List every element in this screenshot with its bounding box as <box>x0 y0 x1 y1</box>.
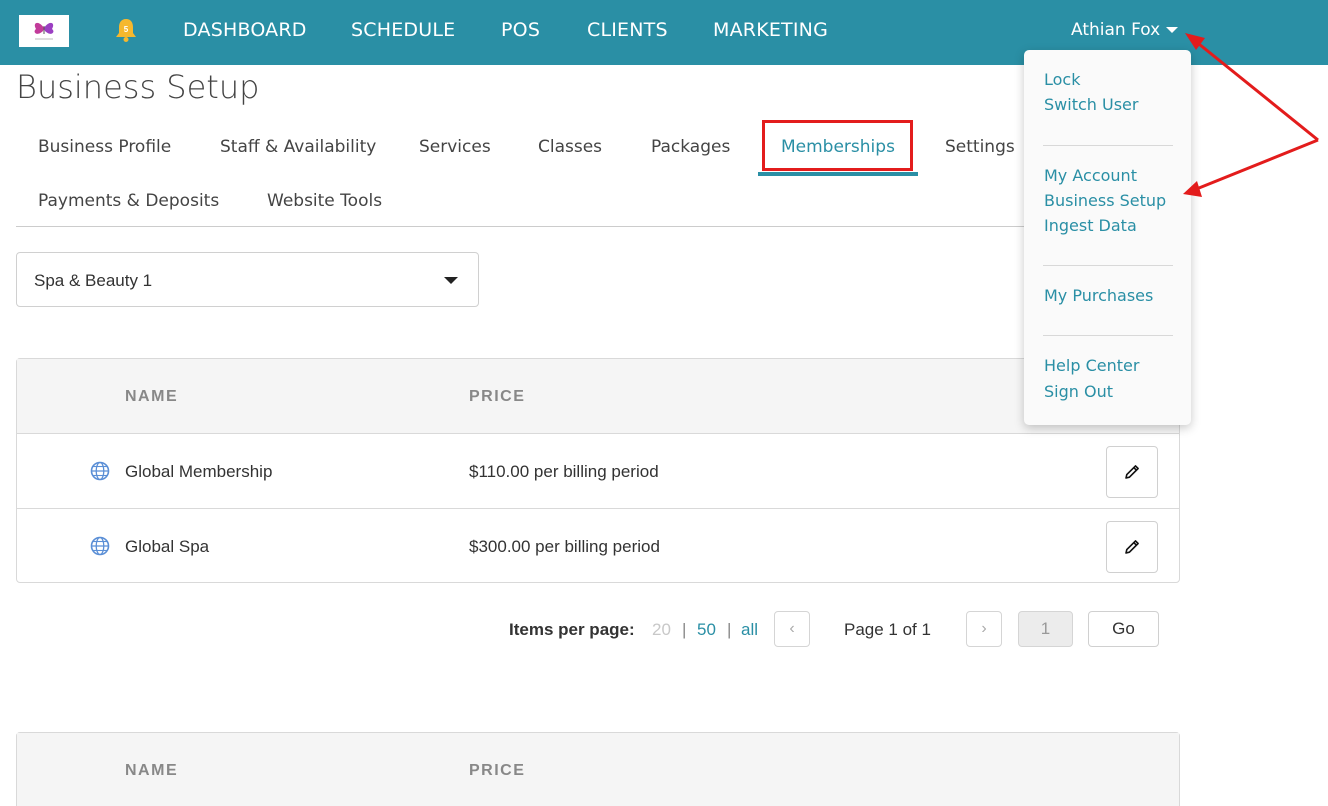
chevron-right-icon: › <box>981 620 987 637</box>
tab-payments-deposits[interactable]: Payments & Deposits <box>38 191 219 211</box>
nav-marketing[interactable]: MARKETING <box>713 19 828 41</box>
menu-item-my-account[interactable]: My Account <box>1044 166 1137 185</box>
go-button[interactable]: Go <box>1088 611 1159 647</box>
menu-item-sign-out[interactable]: Sign Out <box>1044 382 1113 401</box>
page-size-separator: | <box>727 620 732 639</box>
tab-services[interactable]: Services <box>419 137 491 157</box>
column-header-name: NAME <box>125 762 179 779</box>
next-page-button[interactable]: › <box>966 611 1002 647</box>
globe-icon <box>90 461 110 481</box>
menu-item-lock[interactable]: Lock <box>1044 70 1080 89</box>
table-header: NAME PRICE <box>17 359 1179 434</box>
menu-divider <box>1043 145 1173 146</box>
table-header: NAME PRICE <box>17 733 1179 806</box>
nav-pos[interactable]: POS <box>501 19 540 41</box>
nav-clients[interactable]: CLIENTS <box>587 19 668 41</box>
menu-item-help-center[interactable]: Help Center <box>1044 356 1139 375</box>
pencil-icon <box>1125 465 1139 479</box>
nav-schedule[interactable]: SCHEDULE <box>351 19 455 41</box>
page-title: Business Setup <box>16 68 260 106</box>
column-header-name: NAME <box>125 388 179 405</box>
active-tab-indicator <box>758 172 918 176</box>
memberships-table: NAME PRICE Global Membership $110.00 per… <box>16 358 1180 583</box>
pencil-icon <box>1125 540 1139 554</box>
items-per-page-label: Items per page: <box>509 620 635 639</box>
membership-price: $110.00 per billing period <box>469 462 659 481</box>
edit-button[interactable] <box>1106 446 1158 498</box>
caret-down-icon <box>1166 27 1179 33</box>
nav-dashboard[interactable]: DASHBOARD <box>183 19 307 41</box>
menu-item-my-purchases[interactable]: My Purchases <box>1044 286 1153 305</box>
table-row: Global Membership $110.00 per billing pe… <box>17 434 1179 509</box>
menu-divider <box>1043 265 1173 266</box>
chevron-left-icon: ‹ <box>789 620 795 637</box>
page-size-20: 20 <box>652 620 671 639</box>
chevron-down-icon <box>444 277 458 284</box>
page-indicator: Page 1 of 1 <box>844 620 931 639</box>
page-size-all[interactable]: all <box>741 620 758 640</box>
column-header-price: PRICE <box>469 388 526 405</box>
page-number-input[interactable]: 1 <box>1018 611 1073 647</box>
tab-settings[interactable]: Settings <box>945 137 1015 157</box>
tab-packages[interactable]: Packages <box>651 137 730 157</box>
page-size-separator: | <box>682 620 687 639</box>
tab-staff-availability[interactable]: Staff & Availability <box>220 137 376 157</box>
user-dropdown-menu: Lock Switch User My Account Business Set… <box>1024 50 1191 425</box>
tab-website-tools[interactable]: Website Tools <box>267 191 382 211</box>
location-select-value: Spa & Beauty 1 <box>34 271 153 290</box>
menu-item-ingest-data[interactable]: Ingest Data <box>1044 216 1137 235</box>
second-table: NAME PRICE <box>16 732 1180 806</box>
menu-item-switch-user[interactable]: Switch User <box>1044 95 1138 114</box>
tab-classes[interactable]: Classes <box>538 137 602 157</box>
column-header-price: PRICE <box>469 762 526 779</box>
user-menu-toggle[interactable]: Athian Fox <box>1071 20 1179 40</box>
tabs-divider <box>16 226 1180 227</box>
annotation-arrow-to-business-setup <box>1193 138 1319 192</box>
notification-count: 5 <box>124 25 129 34</box>
prev-page-button[interactable]: ‹ <box>774 611 810 647</box>
notifications-bell-icon[interactable]: 5 <box>114 17 138 43</box>
membership-price: $300.00 per billing period <box>469 537 660 556</box>
menu-item-business-setup[interactable]: Business Setup <box>1044 191 1166 210</box>
membership-name: Global Spa <box>125 537 210 556</box>
membership-name: Global Membership <box>125 462 273 481</box>
edit-button[interactable] <box>1106 521 1158 573</box>
menu-divider <box>1043 335 1173 336</box>
tab-business-profile[interactable]: Business Profile <box>38 137 171 157</box>
butterfly-logo-icon <box>34 22 54 40</box>
brand-logo[interactable] <box>19 15 69 47</box>
location-select[interactable]: Spa & Beauty 1 <box>16 252 479 307</box>
page-size-50[interactable]: 50 <box>697 620 716 640</box>
user-name: Athian Fox <box>1071 20 1161 40</box>
table-row: Global Spa $300.00 per billing period <box>17 509 1179 584</box>
annotation-highlight-box <box>762 120 913 171</box>
globe-icon <box>90 536 110 556</box>
